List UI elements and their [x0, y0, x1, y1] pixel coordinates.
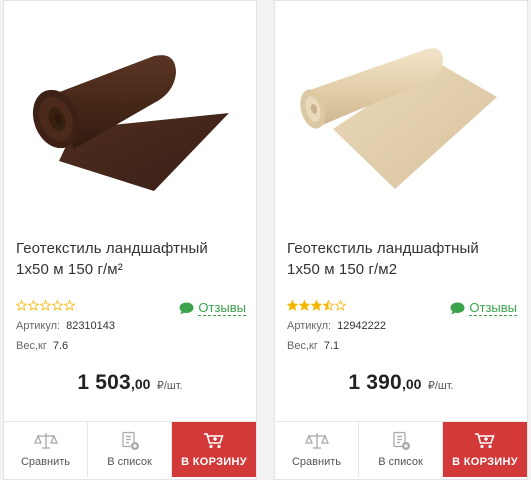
- price-cents: ,00: [130, 376, 151, 392]
- product-title-line1: Геотекстиль ландшафтный: [287, 240, 479, 257]
- beige-roll-illustration: [300, 48, 497, 189]
- brown-roll-illustration: [32, 55, 229, 191]
- price: 1 503,00 ₽/шт.: [4, 371, 256, 395]
- product-image-beige-geotextile[interactable]: [275, 1, 527, 226]
- scales-icon: [304, 433, 329, 449]
- cart-label: В КОРЗИНУ: [452, 455, 518, 468]
- star-half-icon: [323, 300, 334, 311]
- weight-value: 7.1: [323, 340, 340, 352]
- cart-icon: [204, 432, 224, 448]
- product-title[interactable]: Геотекстиль ландшафтный 1х50 м 150 г/м2: [287, 238, 519, 280]
- weight-label: Вес,кг: [16, 340, 47, 352]
- price-cents: ,00: [401, 376, 422, 392]
- product-card: Геотекстиль ландшафтный 1х50 м 150 г/м² …: [3, 0, 257, 480]
- add-to-list-button[interactable]: В список: [88, 422, 172, 477]
- star-full-icon: [287, 300, 298, 311]
- star-empty-icon: [64, 300, 75, 311]
- rating-stars: [16, 300, 75, 314]
- scales-icon: [33, 433, 58, 449]
- reviews-link[interactable]: Отзывы: [450, 300, 517, 316]
- article-label: Артикул:: [287, 320, 332, 332]
- cart-icon: [475, 432, 495, 448]
- rating-stars: [287, 300, 346, 314]
- product-title-line2: 1х50 м 150 г/м2: [287, 261, 398, 278]
- article-row: Артикул: 12942222: [287, 320, 386, 332]
- price-unit: ₽/шт.: [427, 380, 454, 392]
- list-label: В список: [107, 456, 152, 468]
- star-empty-icon: [52, 300, 63, 311]
- price-unit: ₽/шт.: [156, 380, 183, 392]
- weight-row: Вес,кг 7.6: [16, 340, 68, 352]
- weight-label: Вес,кг: [287, 340, 318, 352]
- star-empty-icon: [28, 300, 39, 311]
- weight-row: Вес,кг 7.1: [287, 340, 339, 352]
- product-image-brown-geotextile[interactable]: [4, 1, 256, 226]
- weight-value: 7.6: [52, 340, 69, 352]
- article-row: Артикул: 82310143: [16, 320, 115, 332]
- star-full-icon: [311, 300, 322, 311]
- compare-button[interactable]: Сравнить: [275, 422, 359, 477]
- star-empty-icon: [335, 300, 346, 311]
- article-label: Артикул:: [16, 320, 61, 332]
- list-add-icon: [121, 431, 139, 450]
- chat-bubble-icon: [179, 302, 194, 314]
- product-title[interactable]: Геотекстиль ландшафтный 1х50 м 150 г/м²: [16, 238, 248, 280]
- compare-button[interactable]: Сравнить: [4, 422, 88, 477]
- product-title-line2: 1х50 м 150 г/м²: [16, 261, 123, 278]
- reviews-link[interactable]: Отзывы: [179, 300, 246, 316]
- list-add-icon: [392, 431, 410, 450]
- price-integer: 1 390: [348, 371, 402, 394]
- card-actions: Сравнить В список В КОРЗИНУ: [4, 421, 256, 477]
- reviews-label: Отзывы: [198, 299, 246, 316]
- compare-label: Сравнить: [291, 456, 341, 468]
- add-to-cart-button[interactable]: В КОРЗИНУ: [172, 422, 256, 477]
- star-full-icon: [299, 300, 310, 311]
- compare-label: Сравнить: [20, 456, 70, 468]
- product-title-line1: Геотекстиль ландшафтный: [16, 240, 208, 257]
- cart-label: В КОРЗИНУ: [181, 455, 247, 468]
- reviews-label: Отзывы: [469, 299, 517, 316]
- star-empty-icon: [16, 300, 27, 311]
- add-to-list-button[interactable]: В список: [359, 422, 443, 477]
- add-to-cart-button[interactable]: В КОРЗИНУ: [443, 422, 527, 477]
- article-value: 82310143: [66, 320, 116, 332]
- chat-bubble-icon: [450, 302, 465, 314]
- article-value: 12942222: [337, 320, 387, 332]
- price-integer: 1 503: [77, 371, 131, 394]
- star-empty-icon: [40, 300, 51, 311]
- list-label: В список: [378, 456, 423, 468]
- price: 1 390,00 ₽/шт.: [275, 371, 527, 395]
- product-card: Геотекстиль ландшафтный 1х50 м 150 г/м2 …: [274, 0, 528, 480]
- card-actions: Сравнить В список В КОРЗИНУ: [275, 421, 527, 477]
